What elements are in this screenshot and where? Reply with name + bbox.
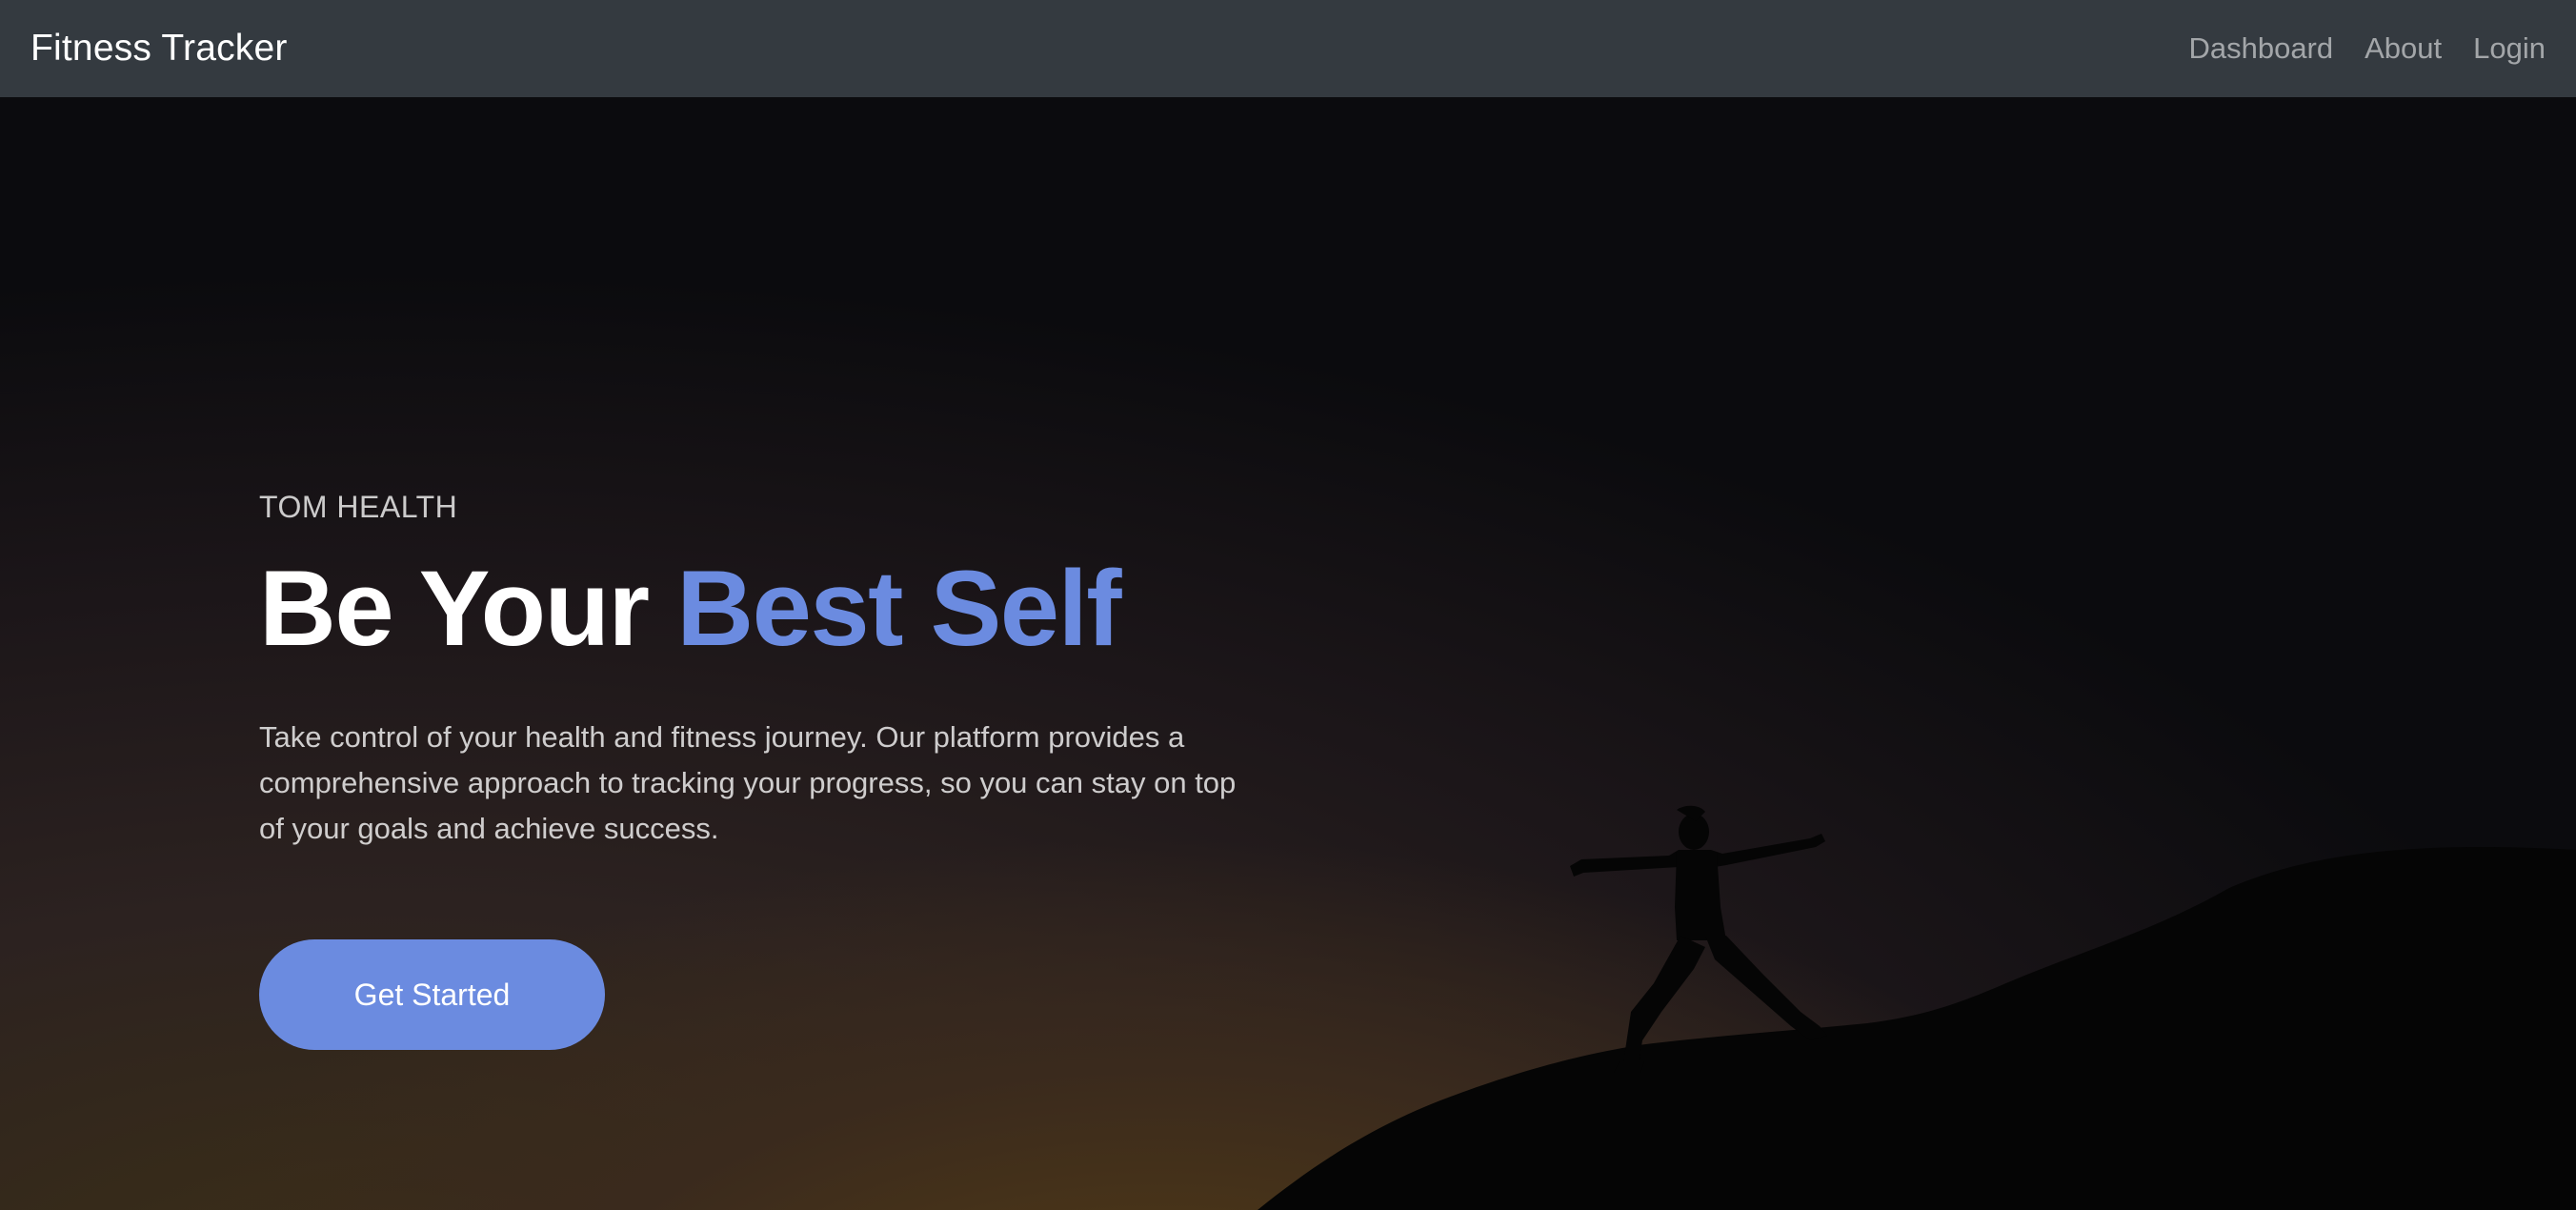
nav-link-login[interactable]: Login xyxy=(2473,31,2546,66)
get-started-button[interactable]: Get Started xyxy=(259,939,605,1051)
headline-part1: Be Your xyxy=(259,549,650,668)
nav-links: Dashboard About Login xyxy=(2188,31,2546,66)
top-navbar: Fitness Tracker Dashboard About Login xyxy=(0,0,2576,97)
nav-link-dashboard[interactable]: Dashboard xyxy=(2188,31,2333,66)
headline-accent: Best Self xyxy=(676,549,1121,668)
hero-section: TOM HEALTH Be Your Best Self Take contro… xyxy=(0,97,2576,1210)
hero-headline: Be Your Best Self xyxy=(259,550,1307,667)
nav-link-about[interactable]: About xyxy=(2365,31,2442,66)
brand-link[interactable]: Fitness Tracker xyxy=(30,28,288,70)
hero-eyebrow: TOM HEALTH xyxy=(259,490,458,524)
hill-silhouette xyxy=(1258,847,2576,1210)
hero-description: Take control of your health and fitness … xyxy=(259,720,1237,846)
hero-content: TOM HEALTH Be Your Best Self Take contro… xyxy=(259,490,1307,1051)
